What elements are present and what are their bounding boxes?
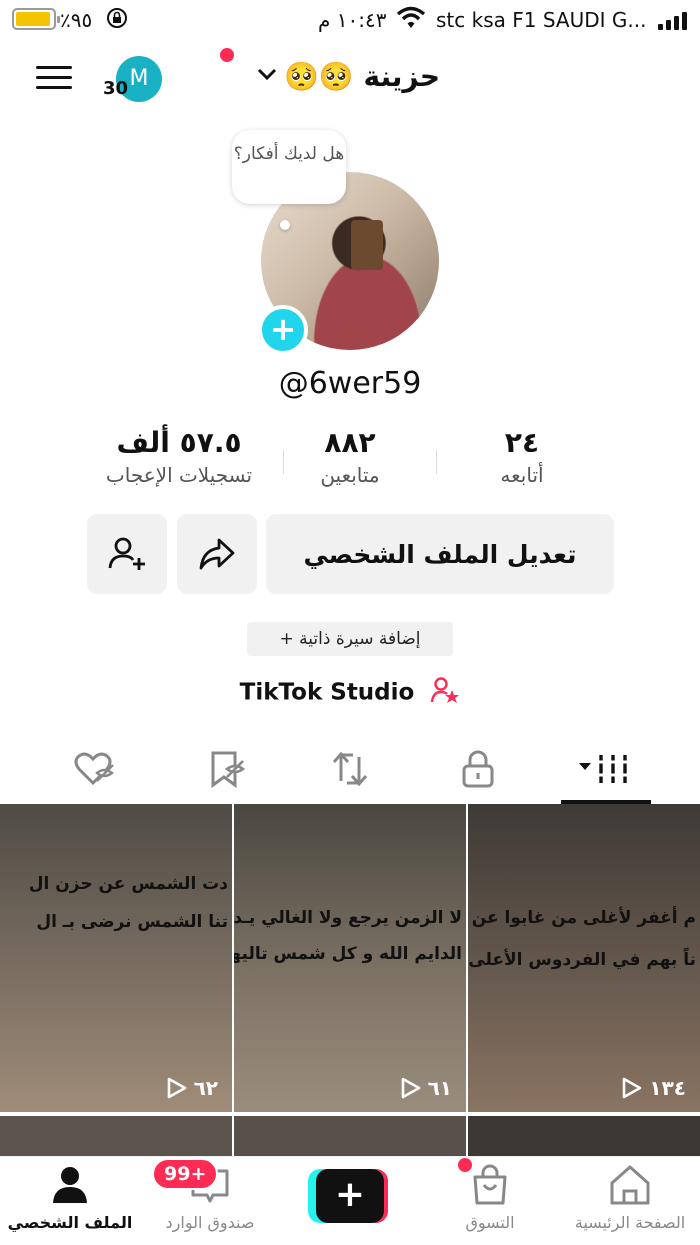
clock: ١٠:٤٣ م — [318, 8, 387, 32]
battery-percent: ٪٩٥ — [60, 8, 93, 32]
status-bar: ٪٩٥ ١٠:٤٣ م stc ksa F1 SAUDI G... — [0, 0, 700, 40]
views-value: ١٣٤ — [649, 1076, 686, 1100]
nav-profile[interactable]: الملف الشخصي — [0, 1163, 140, 1232]
profile-icon — [53, 1167, 87, 1203]
following-label: أتابعه — [500, 463, 544, 487]
divider — [436, 450, 437, 474]
nav-shop-label: التسوق — [465, 1213, 515, 1232]
video-caption: لا الزمن يرجع ولا الغالي يـد — [234, 908, 462, 928]
likes-count: ٥٧.٥ ألف — [116, 426, 242, 459]
liked-icon — [74, 752, 115, 786]
bubble-tail — [280, 220, 290, 230]
tab-private[interactable] — [448, 746, 508, 792]
video-thumbnail[interactable]: دت الشمس عن حزن ال تنا الشمس نرضى بـ ال … — [0, 804, 232, 1112]
bottom-navigation: الصفحة الرئيسية التسوق + صندوق الوارد ال… — [0, 1156, 700, 1245]
nav-shop[interactable]: التسوق — [420, 1163, 560, 1232]
battery-icon — [12, 8, 60, 30]
followers-count: ٨٨٢ — [324, 426, 376, 459]
play-icon — [623, 1077, 642, 1099]
video-thumbnail[interactable] — [0, 1116, 232, 1156]
menu-icon[interactable] — [36, 62, 76, 94]
following-stat[interactable]: ٢٤ أتابعه — [462, 426, 582, 487]
edit-profile-button[interactable]: تعديل الملف الشخصي — [266, 514, 614, 594]
home-icon — [610, 1165, 650, 1205]
play-icon — [167, 1077, 186, 1099]
shopping-bag-icon — [473, 1164, 507, 1205]
shop-notification-dot — [458, 1158, 472, 1172]
carrier-name: stc ksa F1 SAUDI G... — [436, 8, 647, 32]
creator-star-icon — [430, 676, 460, 710]
video-thumbnail[interactable]: لا الزمن يرجع ولا الغالي يـد الدايم الله… — [234, 804, 466, 1112]
notification-count: 30 — [103, 78, 129, 99]
wifi-icon — [396, 6, 426, 35]
chevron-down-icon — [256, 66, 278, 87]
content-tabs — [0, 738, 700, 804]
add-bio-button[interactable]: + إضافة سيرة ذاتية — [247, 622, 453, 656]
divider — [283, 450, 284, 474]
likes-stat[interactable]: ٥٧.٥ ألف تسجيلات الإعجاب — [84, 426, 274, 487]
account-name: حزينة 🥺🥺 — [284, 59, 440, 93]
nav-profile-label: الملف الشخصي — [7, 1213, 133, 1232]
tab-liked[interactable] — [64, 746, 124, 792]
view-count: ١٣٤ — [621, 1076, 686, 1100]
lock-icon — [462, 750, 494, 788]
account-switcher[interactable]: حزينة 🥺🥺 — [230, 56, 440, 96]
video-caption: ناً بهم في الفردوس الأعلى يآرب — [468, 950, 696, 970]
video-thumbnail[interactable] — [468, 1116, 700, 1156]
create-button[interactable]: + — [308, 1169, 388, 1223]
view-count: ٦١ — [400, 1076, 452, 1100]
nav-home[interactable]: الصفحة الرئيسية — [560, 1163, 700, 1232]
followers-label: متابعين — [320, 463, 380, 487]
video-grid: م أغفر لأغلى من غابوا عن آلت ناً بهم في … — [0, 804, 700, 1156]
followers-stat[interactable]: ٨٨٢ متابعين — [290, 426, 410, 487]
play-icon — [401, 1077, 420, 1099]
video-caption: الدايم الله و كل شمس تاليها غ — [234, 944, 462, 964]
grid-icon — [579, 755, 631, 783]
video-caption: دت الشمس عن حزن ال — [28, 874, 228, 894]
likes-label: تسجيلات الإعجاب — [105, 463, 253, 487]
signal-icon — [658, 10, 688, 30]
tab-videos[interactable] — [575, 746, 635, 792]
video-caption: م أغفر لأغلى من غابوا عن آلت — [468, 908, 696, 928]
ideas-bubble[interactable]: هل لديك أفكار؟ — [232, 130, 346, 204]
tab-favorites[interactable] — [195, 746, 255, 792]
nav-home-label: الصفحة الرئيسية — [574, 1213, 686, 1232]
profile-header: M 30 حزينة 🥺🥺 — [0, 44, 700, 114]
bookmark-icon — [211, 751, 245, 788]
video-thumbnail[interactable] — [234, 1116, 466, 1156]
share-profile-button[interactable] — [177, 514, 257, 594]
add-friends-button[interactable] — [87, 514, 167, 594]
tab-reposts[interactable] — [320, 746, 380, 792]
username: @6wer59 — [278, 366, 422, 401]
add-user-icon — [108, 537, 145, 570]
inbox-badge: 99+ — [152, 1158, 219, 1190]
repost-icon — [332, 751, 368, 787]
add-story-button[interactable]: + — [258, 305, 308, 355]
views-value: ٦٢ — [193, 1076, 218, 1100]
video-caption: تنا الشمس نرضى بـ ال — [36, 912, 228, 932]
tiktok-studio-link[interactable]: TikTok Studio — [0, 676, 700, 710]
nav-inbox-label: صندوق الوارد — [165, 1213, 255, 1232]
studio-label: TikTok Studio — [239, 679, 415, 706]
share-icon — [199, 538, 235, 570]
orientation-lock-icon — [106, 7, 128, 34]
video-thumbnail[interactable]: م أغفر لأغلى من غابوا عن آلت ناً بهم في … — [468, 804, 700, 1112]
view-count: ٦٢ — [166, 1076, 218, 1100]
plus-icon: + — [316, 1169, 384, 1223]
following-count: ٢٤ — [504, 426, 540, 459]
views-value: ٦١ — [427, 1076, 452, 1100]
